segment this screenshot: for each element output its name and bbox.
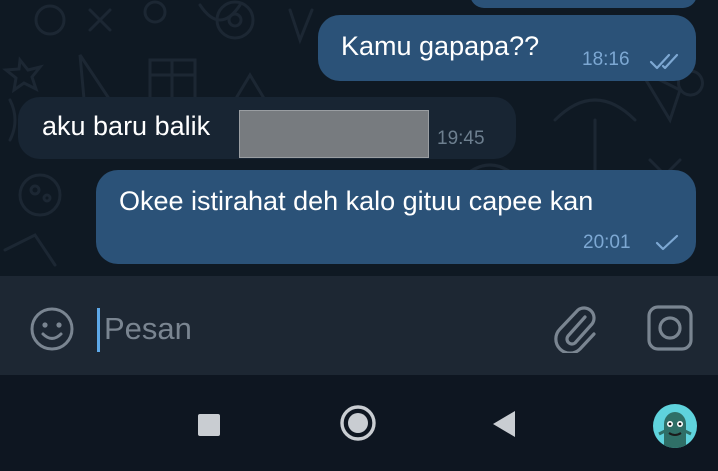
square-icon[interactable] <box>197 413 221 437</box>
text-cursor <box>97 308 100 352</box>
message-text: aku baru balik <box>42 111 211 141</box>
message-text: Kamu gapapa?? <box>341 31 540 61</box>
message-input[interactable] <box>104 306 524 352</box>
triangle-back-icon[interactable] <box>491 409 517 439</box>
paperclip-icon[interactable] <box>552 303 598 353</box>
avatar-icon[interactable] <box>653 404 697 448</box>
redacted-content <box>239 110 429 158</box>
message-time: 19:45 <box>437 128 485 149</box>
emoji-icon[interactable] <box>28 305 76 353</box>
message-time: 20:01 <box>583 232 631 253</box>
message-text: Okee istirahat deh kalo gituu capee kan <box>119 186 594 216</box>
avatar-image <box>658 412 692 448</box>
previous-message-bubble <box>470 0 697 8</box>
message-time: 18:16 <box>582 49 630 70</box>
message-bubble-outgoing[interactable]: Okee istirahat deh kalo gituu capee kan … <box>96 170 696 264</box>
single-check-icon <box>655 234 679 251</box>
circle-icon[interactable] <box>339 404 377 442</box>
chat-area[interactable]: Kamu gapapa?? 18:16 aku baru balik 19:45… <box>0 0 718 276</box>
message-bubble-outgoing[interactable]: Kamu gapapa?? 18:16 <box>318 15 696 81</box>
double-check-icon <box>649 53 679 70</box>
camera-icon[interactable] <box>646 304 694 352</box>
